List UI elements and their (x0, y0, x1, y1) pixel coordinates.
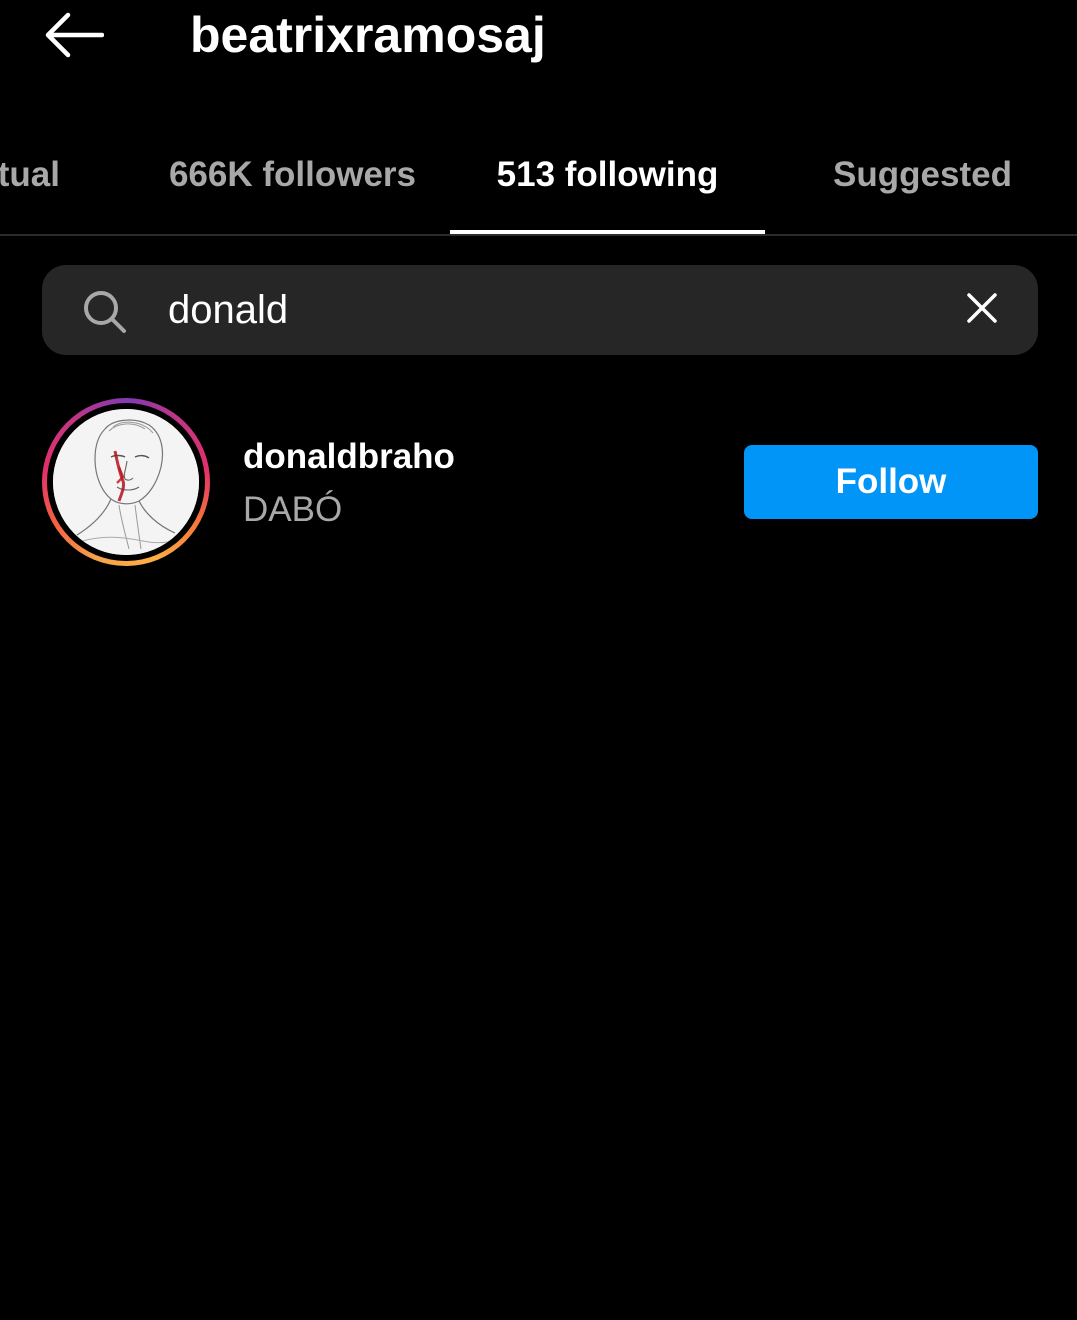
avatar-image (53, 409, 199, 555)
tab-following[interactable]: 513 following (450, 118, 765, 232)
avatar-border (47, 403, 205, 561)
clear-search-button[interactable] (957, 285, 1007, 335)
tab-followers[interactable]: 666K followers (135, 118, 450, 232)
page-title: beatrixramosaj (190, 7, 546, 63)
search-bar (42, 265, 1038, 355)
tab-bar: Mutual 666K followers 513 following Sugg… (0, 118, 1077, 236)
back-button[interactable] (30, 2, 118, 72)
active-tab-indicator (450, 230, 765, 234)
avatar[interactable] (42, 398, 210, 566)
username[interactable]: donaldbraho (243, 437, 455, 477)
arrow-left-icon (44, 12, 105, 63)
search-icon (82, 289, 128, 335)
top-bar: beatrixramosaj (0, 0, 1077, 80)
follow-button-label: Follow (835, 462, 947, 501)
close-icon (966, 292, 998, 329)
full-name: DABÓ (243, 490, 343, 529)
tab-label: Suggested (833, 155, 1012, 194)
tab-mutual[interactable]: Mutual (0, 118, 60, 232)
tab-label: Mutual (0, 155, 60, 194)
list-item[interactable]: donaldbraho DABÓ Follow (0, 395, 1077, 570)
tab-label: 666K followers (168, 155, 417, 194)
follow-button[interactable]: Follow (744, 445, 1038, 519)
tab-label: 513 following (496, 155, 719, 194)
tab-suggested[interactable]: Suggested (765, 118, 1077, 232)
search-input[interactable] (168, 283, 928, 337)
